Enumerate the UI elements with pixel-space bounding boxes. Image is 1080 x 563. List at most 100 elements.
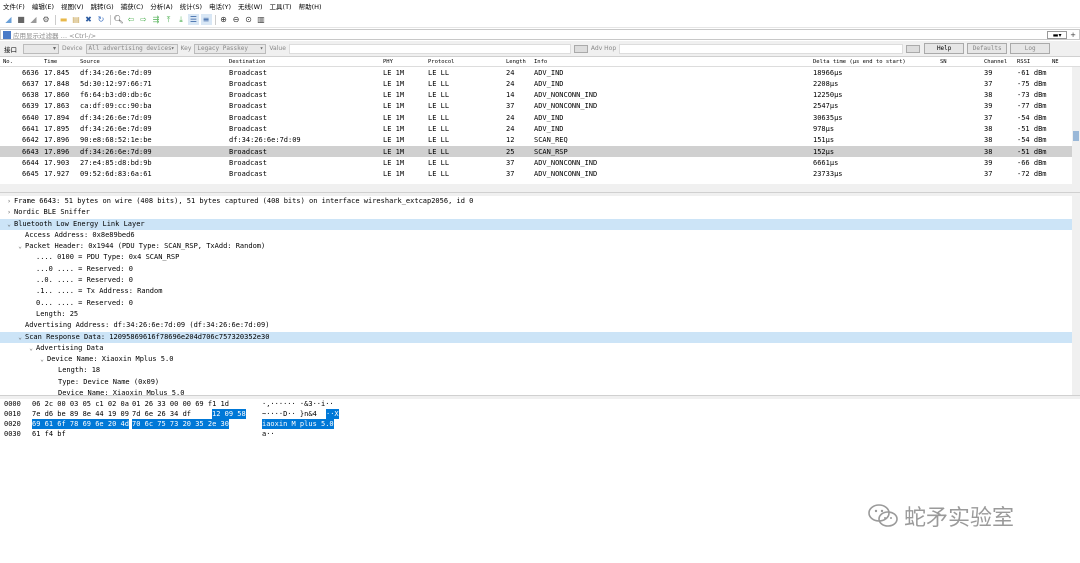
column-header[interactable]: Length [506,59,526,65]
menu-item[interactable]: 文件(F) [3,1,25,11]
menu-item[interactable]: 无线(W) [238,1,263,11]
stop-capture-icon[interactable]: ■ [16,14,27,25]
zoom-in-icon[interactable]: ⊕ [218,14,229,25]
last-packet-icon[interactable]: ⤓ [176,14,187,25]
menu-item[interactable]: 帮助(H) [299,1,322,11]
expand-arrow-icon[interactable]: ⌄ [15,332,25,343]
expand-arrow-icon[interactable]: ⌄ [4,219,14,230]
go-back-icon[interactable]: ⇦ [126,14,137,25]
detail-tree-item[interactable]: 0... .... = Reserved: 0 [0,298,1072,309]
column-header[interactable]: Protocol [428,59,455,65]
column-header[interactable]: SN [940,59,947,65]
add-filter-button[interactable]: + [1070,31,1076,39]
menu-item[interactable]: 统计(S) [180,1,202,11]
packet-row[interactable]: 6645 17.927 09:52:6d:83:6a:61 Broadcast LE 1… [0,169,1080,180]
adv-hop-apply-icon[interactable] [906,44,921,53]
filter-dropdown-icon[interactable]: ▬▾ [1047,30,1068,39]
column-header[interactable]: Destination [229,59,265,65]
menu-item[interactable]: 工具(T) [270,1,292,11]
menu-item[interactable]: 捕获(C) [121,1,144,11]
column-header[interactable]: No. [3,59,13,65]
interface-select[interactable] [23,43,59,54]
detail-tree-item[interactable]: ⌄ Advertising Data [0,343,1072,354]
close-file-icon[interactable]: ✖ [83,14,94,25]
packet-row[interactable]: 6641 17.895 df:34:26:6e:7d:09 Broadcast LE 1… [0,123,1080,134]
column-header[interactable]: Source [80,59,100,65]
go-to-packet-icon[interactable]: ⇶ [151,14,162,25]
expand-arrow-icon[interactable]: › [4,207,14,218]
packet-row[interactable]: 6638 17.860 f6:64:b3:d0:db:6c Broadcast LE 1… [0,90,1080,101]
detail-tree-item[interactable]: Access Address: 0x8e89bed6 [0,230,1072,241]
column-header[interactable]: Info [534,59,547,65]
scroll-thumb[interactable] [1073,131,1079,141]
packet-list-scrollbar[interactable] [1072,67,1080,186]
detail-tree-item[interactable]: Advertising Address: df:34:26:6e:7d:09 (… [0,320,1072,331]
resize-columns-icon[interactable]: ▥ [256,14,267,25]
defaults-button[interactable]: Defaults [967,43,1008,54]
bytes-row[interactable]: 0020 69 61 6f 78 69 6e 20 4d 70 6c 75 73 2… [0,419,1080,429]
adv-hop-input[interactable] [619,43,904,54]
save-file-icon[interactable]: ▤ [71,14,82,25]
go-forward-icon[interactable]: ⇨ [138,14,149,25]
column-header[interactable]: Time [44,59,57,65]
device-select[interactable]: All advertising devices [85,43,178,54]
expand-arrow-icon[interactable]: › [4,196,14,207]
colorize-icon[interactable]: ≡ [200,14,212,25]
key-select[interactable]: Legacy Passkey [194,43,267,54]
detail-tree-item[interactable]: .1.. .... = Tx Address: Random [0,286,1072,297]
reload-file-icon[interactable]: ↻ [96,14,107,25]
column-header[interactable]: Delta time (µs end to start) [813,59,906,65]
menu-item[interactable]: 分析(A) [150,1,173,11]
packet-row[interactable]: 6636 17.845 df:34:26:6e:7d:09 Broadcast LE 1… [0,67,1080,78]
bookmark-icon[interactable] [3,30,11,39]
detail-tree-item[interactable]: ⌄ Packet Header: 0x1944 (PDU Type: SCAN_R… [0,241,1072,252]
value-input[interactable] [288,43,571,54]
column-header[interactable]: RSSI [1017,59,1030,65]
first-packet-icon[interactable]: ⤒ [163,14,174,25]
bytes-row[interactable]: 0000 06 2c 00 03 05 c1 02 0a 01 26 33 00 0… [0,399,1080,409]
column-header[interactable]: Channel [984,59,1007,65]
detail-tree-item[interactable]: .... 0100 = PDU Type: 0x4 SCAN_RSP [0,252,1072,263]
packet-row[interactable]: 6640 17.894 df:34:26:6e:7d:09 Broadcast LE 1… [0,112,1080,123]
detail-tree-item[interactable]: Length: 18 [0,365,1072,376]
bytes-row[interactable]: 0010 7e d6 be 89 8e 44 19 09 7d 6e 26 34 d… [0,409,1080,419]
adv-hop-toggle-icon[interactable] [573,44,588,53]
display-filter-input[interactable]: 应用显示过滤器 … <Ctrl-/> [13,30,1047,40]
menu-item[interactable]: 视图(V) [61,1,84,11]
bytes-row[interactable]: 0030 61 f4 bf a·· [0,429,1080,439]
expand-arrow-icon[interactable]: ⌄ [26,343,36,354]
zoom-reset-icon[interactable]: ⊙ [243,14,254,25]
packet-row[interactable]: 6644 17.903 27:e4:85:d8:bd:9b Broadcast LE 1… [0,157,1080,168]
menu-item[interactable]: 编辑(E) [32,1,54,11]
shark-fin-start-icon[interactable]: ◢ [3,14,14,25]
detail-tree-item[interactable]: › Nordic BLE Sniffer [0,207,1072,218]
packet-row[interactable]: 6642 17.896 90:e8:68:52:1e:be df:34:26:6e:7… [0,135,1080,146]
detail-tree-item[interactable]: ...0 .... = Reserved: 0 [0,264,1072,275]
packet-list-hscrollbar[interactable] [0,184,1080,192]
column-header[interactable]: PHY [383,59,393,65]
open-file-icon[interactable]: ▬ [58,14,69,25]
expand-arrow-icon[interactable]: ⌄ [15,241,25,252]
auto-scroll-icon[interactable]: ☰ [188,14,199,25]
detail-tree-item[interactable]: Type: Device Name (0x09) [0,377,1072,388]
detail-tree-item[interactable]: Length: 25 [0,309,1072,320]
packet-row[interactable]: 6637 17.848 5d:30:12:97:66:71 Broadcast LE 1… [0,78,1080,89]
menu-item[interactable]: 跳转(G) [91,1,114,11]
packet-row[interactable]: 6643 17.896 df:34:26:6e:7d:09 Broadcast LE 1… [0,146,1080,158]
expand-arrow-icon[interactable]: ⌄ [37,354,47,365]
packet-row[interactable]: 6639 17.863 ca:df:09:cc:90:ba Broadcast LE 1… [0,101,1080,112]
help-button[interactable]: Help [924,43,965,54]
details-scrollbar[interactable] [1072,196,1080,396]
detail-tree-item[interactable]: ⌄ Device Name: Xiaoxin Mplus 5.0 [0,354,1072,365]
capture-options-icon[interactable]: ⚙ [41,14,52,25]
detail-tree-item[interactable]: ..0. .... = Reserved: 0 [0,275,1072,286]
restart-capture-icon[interactable]: ◢ [28,14,39,25]
detail-tree-item[interactable]: ⌄ Bluetooth Low Energy Link Layer [0,218,1072,230]
find-packet-icon[interactable]: 🔍︎ [113,14,124,25]
detail-tree-item[interactable]: › Frame 6643: 51 bytes on wire (408 bits)… [0,196,1072,207]
zoom-out-icon[interactable]: ⊖ [231,14,242,25]
column-header[interactable]: NE [1052,59,1059,65]
menu-item[interactable]: 电话(Y) [209,1,231,11]
detail-tree-item[interactable]: ⌄ Scan Response Data: 12095869616f78696e2… [0,331,1072,343]
log-button[interactable]: Log [1010,43,1051,54]
